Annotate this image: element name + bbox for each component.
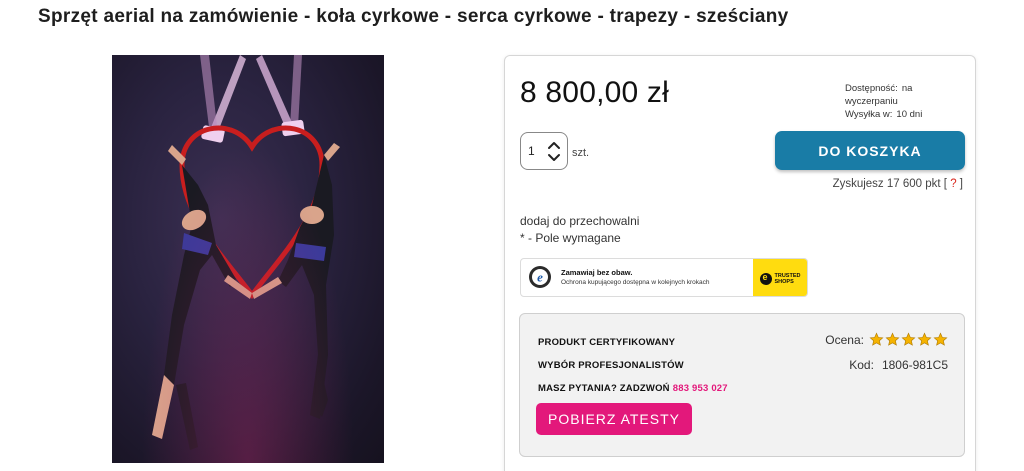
points-text: Zyskujesz 17 600 pkt [	[832, 178, 947, 190]
star-icon[interactable]	[869, 332, 884, 347]
trusted-shops-banner[interactable]: e Zamawiaj bez obaw. Ochrona kupującego …	[520, 258, 808, 297]
trusted-shops-logo: TRUSTED SHOPS	[753, 259, 807, 296]
points-help-link[interactable]: ?	[950, 178, 956, 190]
rating-stars[interactable]	[868, 332, 948, 347]
loyalty-points: Zyskujesz 17 600 pkt [ ? ]	[833, 178, 963, 190]
trusted-shops-headline: Zamawiaj bez obaw.	[561, 268, 633, 277]
ehi-badge-icon: e	[529, 266, 551, 288]
shipping-label: Wysyłka w:	[845, 109, 893, 120]
shipping-row: Wysyłka w: 10 dni	[845, 108, 965, 121]
buy-box: 8 800,00 zł Dostępność: na wyczerpaniu Wy…	[504, 55, 976, 471]
trusted-shops-subline: Ochrona kupującego dostępna w kolejnych …	[561, 279, 710, 286]
product-title: Sprzęt aerial na zamówienie - koła cyrko…	[38, 6, 789, 27]
phone-number-link[interactable]: 883 953 027	[673, 383, 728, 394]
quantity-arrows	[543, 138, 565, 165]
download-certificates-button[interactable]: POBIERZ ATESTY	[536, 403, 692, 435]
questions-call-text: MASZ PYTANIA? ZADZWOŃ	[538, 383, 670, 394]
quantity-stepper[interactable]: 1	[520, 132, 568, 170]
certified-product-label: PRODUKT CERTYFIKOWANY	[538, 337, 676, 348]
product-image[interactable]	[112, 55, 384, 463]
points-bracket: ]	[959, 178, 963, 190]
quantity-input[interactable]: 1	[528, 144, 535, 158]
availability-info: Dostępność: na wyczerpaniu Wysyłka w: 10 d…	[845, 82, 965, 121]
trusted-shops-mark-icon	[759, 272, 772, 285]
product-code-label: Kod:	[849, 358, 874, 372]
required-fields-note: * - Pole wymagane	[520, 231, 621, 245]
availability-label: Dostępność:	[845, 83, 898, 94]
professionals-choice-label: WYBÓR PROFESJONALISTÓW	[538, 360, 684, 371]
trusted-shops-logo-line2: SHOPS	[774, 278, 794, 285]
quantity-unit: szt.	[572, 147, 590, 159]
star-icon[interactable]	[917, 332, 932, 347]
product-price: 8 800,00 zł	[520, 76, 669, 109]
star-icon[interactable]	[885, 332, 900, 347]
svg-text:e: e	[537, 270, 543, 285]
star-icon[interactable]	[901, 332, 916, 347]
spinner-down-icon[interactable]	[548, 154, 560, 161]
star-icon[interactable]	[933, 332, 948, 347]
questions-call-label: MASZ PYTANIA? ZADZWOŃ 883 953 027	[538, 383, 728, 394]
add-to-storage-link[interactable]: dodaj do przechowalni	[520, 214, 639, 228]
add-to-cart-button[interactable]: DO KOSZYKA	[775, 131, 965, 170]
product-rating: Ocena:	[825, 332, 948, 347]
rating-label: Ocena:	[825, 332, 864, 347]
certification-box: PRODUKT CERTYFIKOWANY WYBÓR PROFESJONALI…	[519, 313, 965, 457]
product-code: Kod: 1806-981C5	[849, 358, 948, 372]
trusted-shops-logo-text: TRUSTED SHOPS	[775, 273, 801, 285]
shipping-value: 10 dni	[896, 109, 923, 120]
availability-row: Dostępność: na wyczerpaniu	[845, 82, 965, 108]
product-code-value: 1806-981C5	[881, 358, 948, 372]
product-photo-illustration	[152, 55, 340, 450]
spinner-up-icon[interactable]	[548, 142, 560, 149]
